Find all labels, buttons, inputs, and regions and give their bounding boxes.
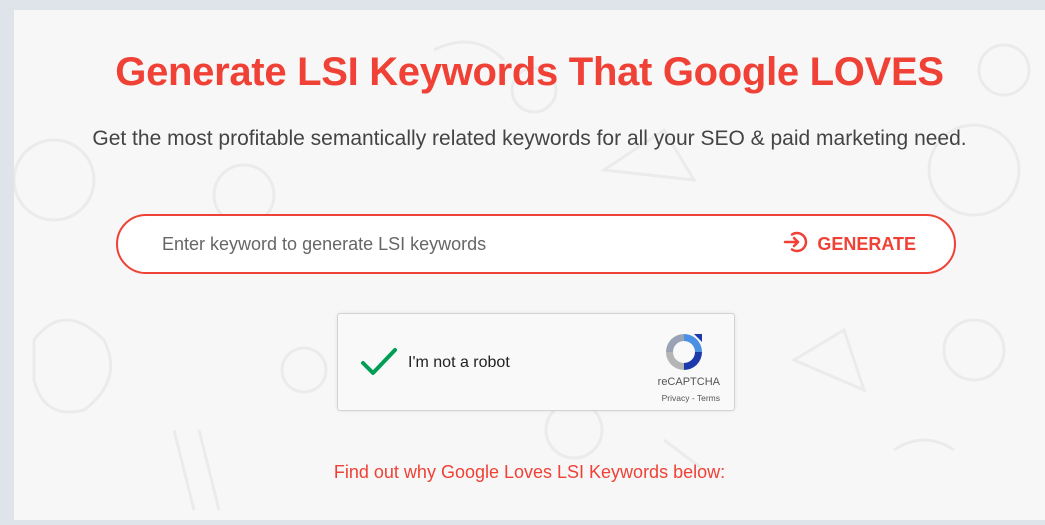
keyword-input[interactable] [160,232,724,256]
arrow-circle-icon [783,229,809,260]
why-lsi-link[interactable]: Find out why Google Loves LSI Keywords b… [14,462,1045,483]
recaptcha-privacy-terms[interactable]: Privacy - Terms [662,393,720,403]
recaptcha-widget: I'm not a robot reCAPTCHA Privacy - Term… [337,313,735,411]
captcha-label: I'm not a robot [408,354,510,371]
generate-button-label: GENERATE [817,233,916,254]
page-subtitle: Get the most profitable semantically rel… [92,127,967,150]
recaptcha-brand: reCAPTCHA [657,376,720,388]
generate-button[interactable]: GENERATE [783,216,916,272]
checkmark-icon[interactable] [360,346,398,383]
page: Generate LSI Keywords That Google LOVES … [14,10,1045,520]
keyword-search-bar: GENERATE [116,214,956,274]
recaptcha-logo-icon [662,330,706,379]
page-title: Generate LSI Keywords That Google LOVES [115,50,944,94]
